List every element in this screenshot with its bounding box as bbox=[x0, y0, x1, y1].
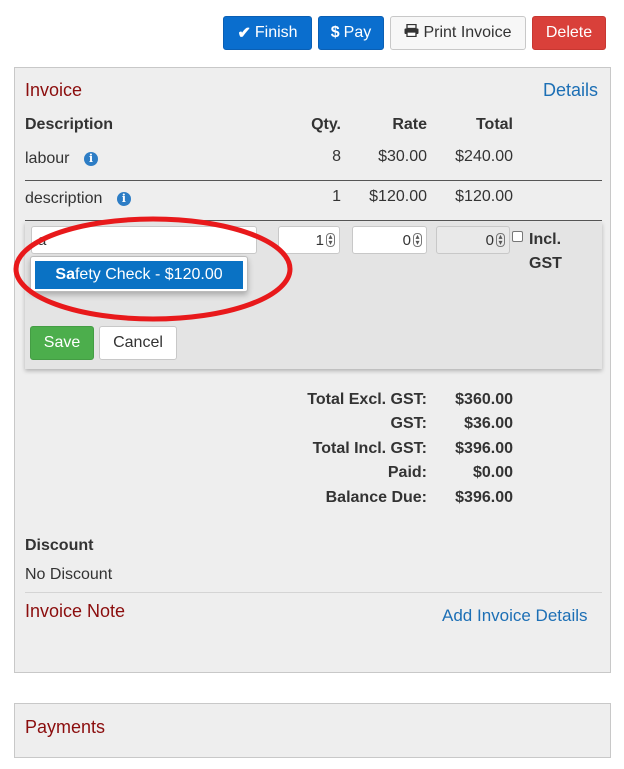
incl-gst-label: Incl. GST bbox=[529, 231, 562, 272]
pay-button[interactable]: $ Pay bbox=[318, 16, 384, 50]
row-divider bbox=[25, 180, 602, 181]
cancel-label: Cancel bbox=[113, 334, 163, 351]
invoice-panel: Invoice Details Description Qty. Rate To… bbox=[13, 67, 611, 673]
stepper-icon[interactable]: ▴ ▾ bbox=[413, 233, 422, 247]
info-icon[interactable]: i bbox=[83, 151, 98, 166]
gst-label: GST: bbox=[390, 415, 427, 432]
payments-heading: Payments bbox=[25, 717, 106, 737]
delete-button[interactable]: Delete bbox=[532, 16, 606, 50]
section-divider bbox=[25, 592, 602, 593]
printer-icon bbox=[404, 23, 419, 42]
payments-panel: Payments bbox=[14, 703, 611, 758]
dollar-icon: $ bbox=[330, 24, 340, 41]
info-icon[interactable]: i bbox=[116, 191, 131, 206]
column-header-qty: Qty. bbox=[311, 116, 341, 133]
total-incl-gst-value: $396.00 bbox=[455, 440, 513, 457]
stepper-icon[interactable]: ▴ ▾ bbox=[496, 233, 505, 247]
total-excl-gst-value: $360.00 bbox=[455, 391, 513, 408]
balance-due-value: $396.00 bbox=[455, 489, 513, 506]
rate-input-value: 0 bbox=[402, 231, 411, 249]
pay-label: Pay bbox=[343, 24, 372, 41]
total-excl-gst-label: Total Excl. GST: bbox=[307, 391, 427, 408]
add-invoice-details-link[interactable]: Add Invoice Details bbox=[442, 606, 588, 626]
total-incl-gst-label: Total Incl. GST: bbox=[312, 440, 427, 457]
discount-value: No Discount bbox=[25, 566, 113, 583]
line-total: $240.00 bbox=[455, 148, 513, 165]
qty-input-value: 1 bbox=[315, 231, 324, 249]
incl-gst-checkbox[interactable] bbox=[512, 231, 523, 242]
line-qty: 1 bbox=[332, 188, 341, 205]
line-description: labour i bbox=[25, 150, 98, 168]
line-qty: 8 bbox=[332, 148, 341, 165]
invoice-heading: Invoice bbox=[25, 80, 83, 100]
delete-label: Delete bbox=[545, 24, 593, 41]
balance-due-label: Balance Due: bbox=[325, 489, 427, 506]
line-total: $120.00 bbox=[455, 188, 513, 205]
invoice-note-heading: Invoice Note bbox=[25, 601, 126, 621]
line-rate: $120.00 bbox=[369, 188, 427, 205]
print-invoice-label: Print Invoice bbox=[423, 24, 512, 41]
finish-label: Finish bbox=[254, 24, 298, 41]
line-description-text: labour bbox=[25, 150, 70, 167]
details-link[interactable]: Details bbox=[543, 80, 598, 101]
line-description: description i bbox=[25, 190, 131, 208]
line-rate: $30.00 bbox=[378, 148, 427, 165]
column-header-total: Total bbox=[475, 116, 513, 133]
check-icon: ✔ bbox=[237, 25, 251, 42]
paid-value: $0.00 bbox=[472, 464, 513, 481]
total-input[interactable]: 0 ▴ ▾ bbox=[436, 226, 510, 254]
highlight-ellipse bbox=[13, 216, 293, 322]
discount-heading: Discount bbox=[25, 537, 94, 554]
finish-button[interactable]: ✔ Finish bbox=[223, 16, 312, 50]
rate-input[interactable]: 0 ▴ ▾ bbox=[352, 226, 427, 254]
total-input-value: 0 bbox=[485, 231, 494, 249]
column-header-rate: Rate bbox=[392, 116, 427, 133]
save-label: Save bbox=[43, 334, 81, 351]
paid-label: Paid: bbox=[387, 464, 427, 481]
cancel-button[interactable]: Cancel bbox=[99, 326, 177, 360]
stepper-icon[interactable]: ▴ ▾ bbox=[326, 233, 335, 247]
line-description-text: description bbox=[25, 190, 103, 207]
column-header-description: Description bbox=[25, 116, 114, 133]
table-row[interactable]: labour i 8 $30.00 $240.00 bbox=[25, 148, 602, 178]
gst-value: $36.00 bbox=[464, 415, 513, 432]
save-button[interactable]: Save bbox=[30, 326, 94, 360]
print-invoice-button[interactable]: Print Invoice bbox=[390, 16, 526, 50]
